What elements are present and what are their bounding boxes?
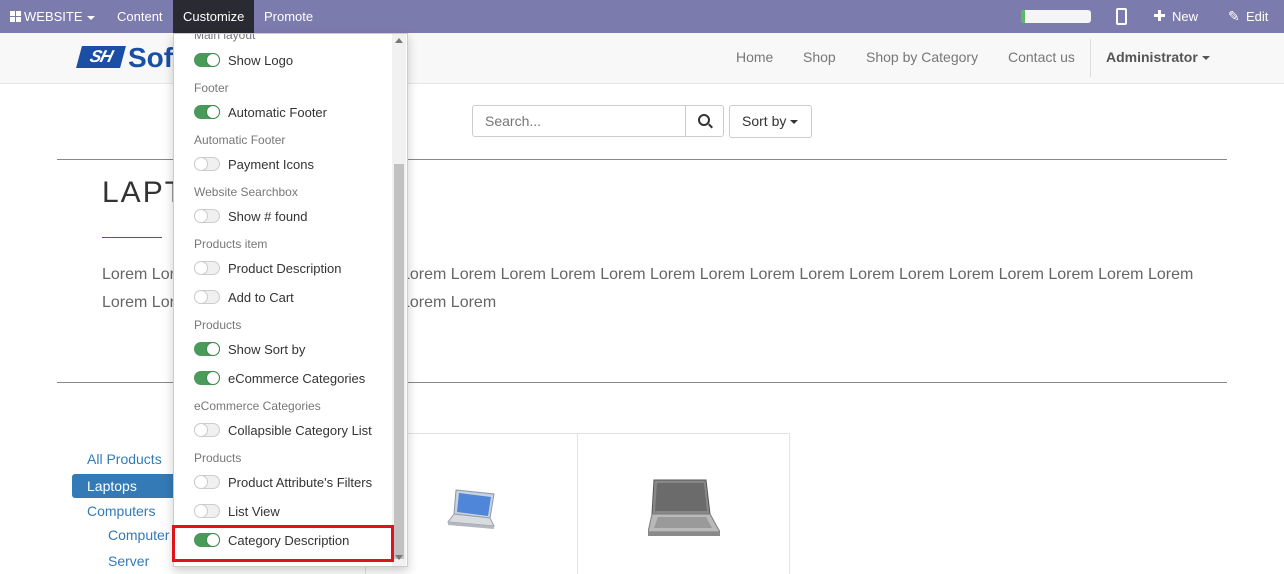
- menu-item-show-sort-by[interactable]: Show Sort by: [194, 342, 305, 357]
- scroll-down-arrow-icon[interactable]: [395, 555, 403, 560]
- menu-item-label: Automatic Footer: [228, 105, 327, 120]
- menu-item-label: Product Description: [228, 261, 342, 276]
- toggle-switch[interactable]: [194, 157, 220, 171]
- promote-menu[interactable]: Promote: [264, 0, 313, 33]
- menu-header-automatic-footer: Automatic Footer: [194, 133, 286, 147]
- menu-item-label: Show # found: [228, 209, 308, 224]
- toggle-switch[interactable]: [194, 290, 220, 304]
- title-underline: [102, 237, 162, 238]
- search-icon: [698, 114, 710, 126]
- scrollbar-thumb[interactable]: [394, 164, 404, 559]
- mobile-preview-icon[interactable]: [1116, 8, 1127, 25]
- sort-by-dropdown[interactable]: Sort by: [729, 105, 812, 138]
- user-menu-label: Administrator: [1106, 49, 1198, 65]
- menu-item-label: Collapsible Category List: [228, 423, 372, 438]
- nav-shop-by-category[interactable]: Shop by Category: [866, 33, 978, 83]
- chevron-down-icon: [86, 15, 95, 20]
- nav-divider: [1090, 39, 1091, 77]
- toggle-switch[interactable]: [194, 209, 220, 223]
- menu-header-products: Products: [194, 451, 242, 465]
- search-input[interactable]: [472, 105, 686, 137]
- toggle-switch[interactable]: [194, 342, 220, 356]
- customize-dropdown-menu: Main layout Show Logo Footer Automatic F…: [173, 33, 408, 567]
- chevron-down-icon: [1201, 56, 1210, 61]
- menu-item-show-logo[interactable]: Show Logo: [194, 53, 293, 68]
- category-description-line1-left: Lorem Lor: [102, 266, 175, 283]
- website-menu[interactable]: WEBSITE: [10, 0, 95, 33]
- toggle-switch[interactable]: [194, 504, 220, 518]
- toggle-switch[interactable]: [194, 371, 220, 385]
- nav-contact-us[interactable]: Contact us: [1008, 33, 1075, 83]
- menu-item-label: List View: [228, 504, 280, 519]
- menu-item-product-attribute-filters[interactable]: Product Attribute's Filters: [194, 475, 372, 490]
- menu-item-automatic-footer[interactable]: Automatic Footer: [194, 105, 327, 120]
- menu-item-product-description[interactable]: Product Description: [194, 261, 341, 276]
- category-description-line2-right: Lorem Lorem: [401, 294, 497, 311]
- menu-item-label: Payment Icons: [228, 157, 314, 172]
- nav-shop[interactable]: Shop: [803, 33, 836, 83]
- laptop-product-image[interactable]: [446, 488, 496, 532]
- toggle-switch[interactable]: [194, 261, 220, 275]
- toggle-switch[interactable]: [194, 53, 220, 67]
- pencil-icon: ✎: [1228, 8, 1240, 24]
- toggle-switch[interactable]: [194, 475, 220, 489]
- category-description-line1-right: Lorem Lorem Lorem Lorem Lorem Lorem Lore…: [401, 266, 1194, 283]
- menu-header-products: Products: [194, 318, 242, 332]
- sidebar-item-computer[interactable]: Computer: [108, 527, 169, 543]
- content-menu[interactable]: Content: [117, 0, 163, 33]
- search-button[interactable]: [686, 105, 724, 137]
- menu-header-main-layout: Main layout: [194, 33, 256, 42]
- logo-text: Sof: [128, 42, 174, 73]
- menu-item-collapsible-category-list[interactable]: Collapsible Category List: [194, 423, 372, 438]
- menu-item-ecommerce-categories[interactable]: eCommerce Categories: [194, 371, 365, 386]
- new-button[interactable]: New: [1172, 0, 1198, 33]
- sidebar-item-computers[interactable]: Computers: [87, 503, 155, 519]
- edit-button[interactable]: Edit: [1246, 0, 1268, 33]
- admin-bar: WEBSITE Content Customize Promote New ✎ …: [0, 0, 1284, 33]
- menu-item-add-to-cart[interactable]: Add to Cart: [194, 290, 294, 305]
- menu-header-ecommerce-categories: eCommerce Categories: [194, 399, 321, 413]
- menu-header-footer: Footer: [194, 81, 229, 95]
- sort-by-label: Sort by: [742, 113, 787, 129]
- scroll-up-arrow-icon[interactable]: [395, 38, 403, 43]
- publish-progress-bar: [1021, 10, 1091, 23]
- menu-header-website-searchbox: Website Searchbox: [194, 185, 298, 199]
- menu-item-list-view[interactable]: List View: [194, 504, 280, 519]
- menu-header-products-item: Products item: [194, 237, 268, 251]
- sidebar-item-server[interactable]: Server: [108, 553, 149, 569]
- menu-item-show-found[interactable]: Show # found: [194, 209, 308, 224]
- dropdown-scrollbar[interactable]: [392, 34, 406, 566]
- logo-mark: SH: [76, 46, 126, 68]
- menu-item-label: Show Logo: [228, 53, 294, 68]
- plus-icon: [1154, 10, 1165, 21]
- menu-item-label: Show Sort by: [228, 342, 306, 357]
- sidebar-item-all-products[interactable]: All Products: [87, 451, 162, 467]
- user-menu[interactable]: Administrator: [1106, 33, 1210, 83]
- toggle-switch[interactable]: [194, 105, 220, 119]
- laptop-product-image[interactable]: [648, 478, 720, 538]
- toggle-switch[interactable]: [194, 423, 220, 437]
- chevron-down-icon: [790, 120, 799, 125]
- menu-item-label: Add to Cart: [228, 290, 294, 305]
- customize-menu[interactable]: Customize: [173, 0, 255, 33]
- menu-item-label: Product Attribute's Filters: [228, 475, 373, 490]
- highlight-box: [172, 525, 394, 562]
- category-description-line2-left: Lorem Lor: [102, 294, 175, 311]
- progress-fill: [1021, 10, 1026, 23]
- website-menu-label: WEBSITE: [24, 9, 83, 24]
- nav-home[interactable]: Home: [736, 33, 773, 83]
- menu-item-payment-icons[interactable]: Payment Icons: [194, 157, 314, 172]
- apps-grid-icon: [10, 11, 21, 22]
- menu-item-label: eCommerce Categories: [228, 371, 366, 386]
